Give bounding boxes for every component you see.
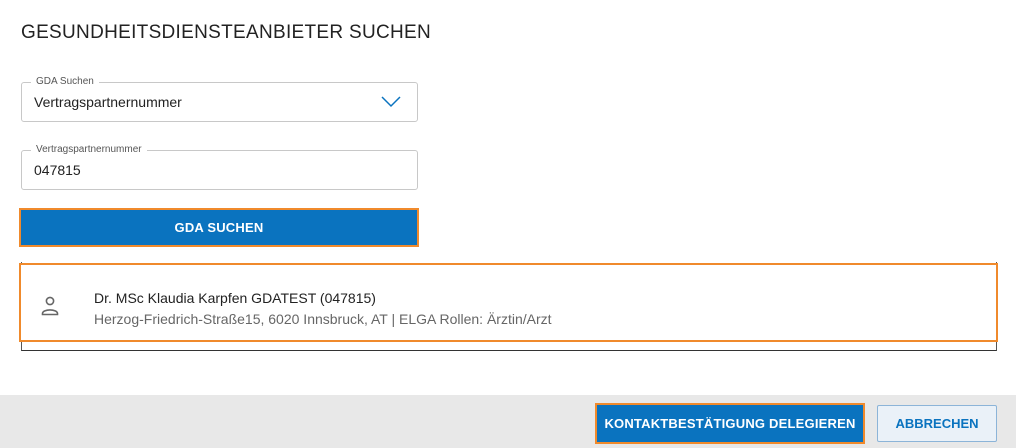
dialog-title: GESUNDHEITSDIENSTEANBIETER SUCHEN	[21, 22, 432, 43]
delegate-button-highlight: KONTAKTBESTÄTIGUNG DELEGIEREN	[595, 403, 865, 444]
result-details: Herzog-Friedrich-Straße15, 6020 Innsbruc…	[94, 311, 552, 327]
delegate-contact-confirmation-button[interactable]: KONTAKTBESTÄTIGUNG DELEGIEREN	[597, 405, 863, 442]
partner-number-label: Vertragspartnernummer	[31, 143, 147, 157]
person-icon	[41, 296, 59, 316]
partner-number-field[interactable]: Vertragspartnernummer 047815	[21, 143, 418, 190]
result-name: Dr. MSc Klaudia Karpfen GDATEST (047815)	[94, 290, 376, 306]
gda-search-button[interactable]: GDA SUCHEN	[21, 210, 417, 245]
gda-search-type-label: GDA Suchen	[31, 75, 99, 89]
cancel-button[interactable]: ABBRECHEN	[877, 405, 997, 442]
result-item[interactable]: Dr. MSc Klaudia Karpfen GDATEST (047815)…	[19, 263, 998, 342]
partner-number-value[interactable]: 047815	[34, 162, 81, 178]
chevron-down-icon[interactable]	[381, 96, 401, 108]
gda-search-button-highlight: GDA SUCHEN	[19, 208, 419, 247]
gda-search-type-value: Vertragspartnernummer	[34, 94, 182, 110]
gda-search-type-select[interactable]: GDA Suchen Vertragspartnernummer	[21, 75, 418, 122]
